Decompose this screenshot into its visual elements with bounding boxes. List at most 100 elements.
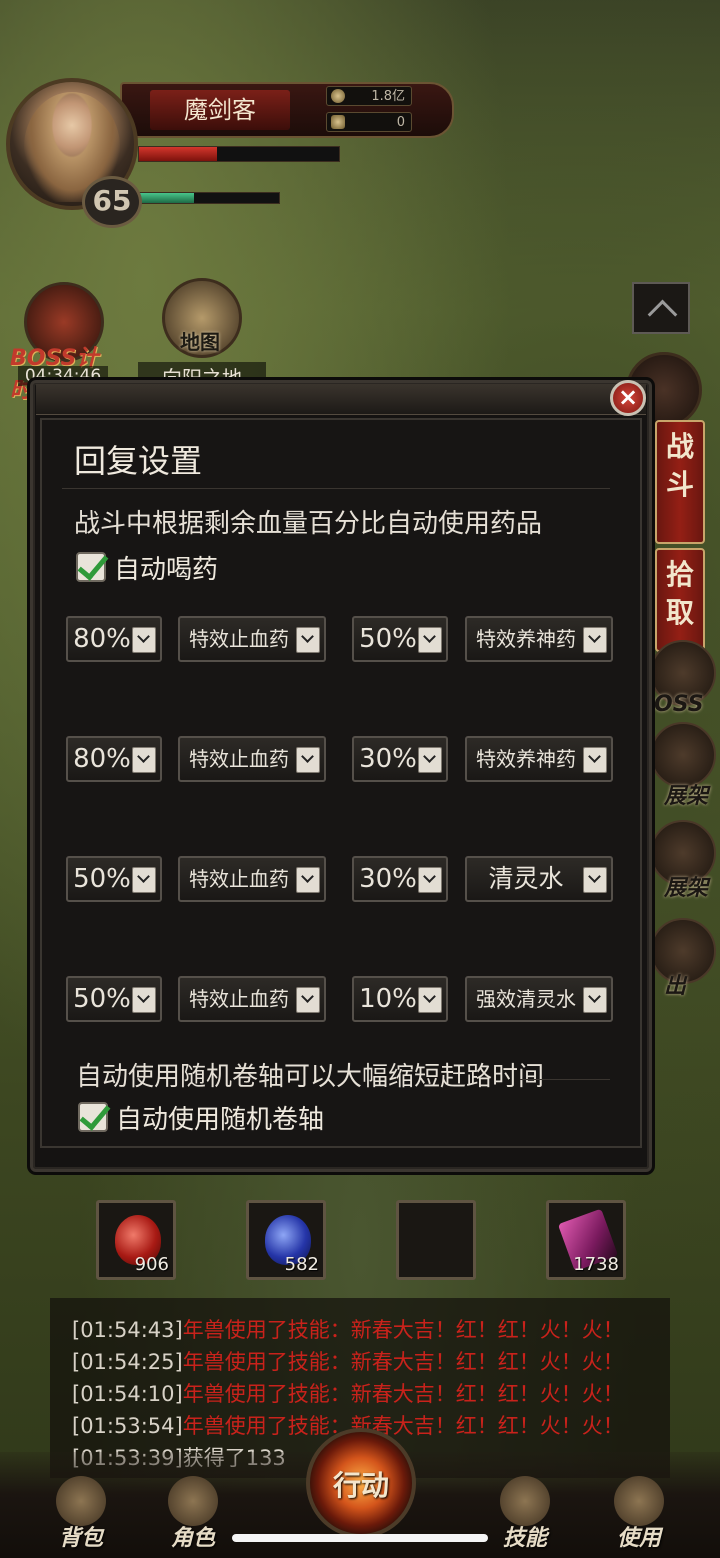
chevron-down-icon: [132, 987, 156, 1013]
nav-role-button[interactable]: 角色: [150, 1470, 236, 1551]
mp-potion-value: 特效养神药: [476, 627, 576, 651]
mp-percent-value: 10%: [359, 984, 417, 1014]
chevron-down-icon: [418, 747, 442, 773]
tab-pickup-label: 拾取: [665, 558, 694, 629]
hp-potion-value: 特效止血药: [189, 867, 289, 891]
chevron-down-icon: [132, 747, 156, 773]
quick-slot-count: 906: [134, 1254, 169, 1275]
auto-scroll-checkbox[interactable]: [78, 1102, 108, 1132]
mp-percent-select-3[interactable]: 30%: [352, 856, 448, 902]
auto-potion-description: 战斗中根据剩余血量百分比自动使用药品: [74, 509, 543, 539]
auto-drink-label: 自动喝药: [114, 555, 219, 585]
chevron-down-icon: [296, 747, 320, 773]
skill-book-icon: [500, 1476, 550, 1526]
player-name: 魔剑客: [150, 90, 290, 130]
nav-use-label: 使用: [616, 1526, 661, 1551]
log-time: [01:54:25]: [72, 1350, 183, 1374]
tab-battle-label: 战斗: [665, 430, 694, 501]
gold-coin-icon: [331, 89, 345, 103]
ingot-currency: 0: [326, 112, 412, 132]
hp-percent-select-4[interactable]: 50%: [66, 976, 162, 1022]
mp-percent-value: 30%: [359, 744, 417, 774]
mp-potion-value: 清灵水: [488, 864, 564, 893]
hp-percent-value: 50%: [73, 864, 131, 894]
nav-skill-button[interactable]: 技能: [482, 1470, 568, 1551]
hp-potion-select-1[interactable]: 特效止血药: [178, 616, 326, 662]
chevron-down-icon: [296, 627, 320, 653]
auto-drink-checkbox[interactable]: [76, 552, 106, 582]
hp-bar-fill: [139, 147, 217, 161]
mp-potion-select-3[interactable]: 清灵水: [465, 856, 613, 902]
chevron-down-icon: [132, 867, 156, 893]
hp-potion-select-4[interactable]: 特效止血药: [178, 976, 326, 1022]
chevron-down-icon: [132, 627, 156, 653]
hp-percent-value: 80%: [73, 744, 131, 774]
tab-pickup[interactable]: 拾取: [655, 548, 705, 652]
log-line: [01:54:10]年兽使用了技能：新春大吉！红！红！火！火！: [72, 1378, 624, 1408]
hp-potion-value: 特效止血药: [189, 747, 289, 771]
hp-percent-select-2[interactable]: 80%: [66, 736, 162, 782]
chevron-down-icon: [583, 867, 607, 893]
nav-role-label: 角色: [170, 1526, 215, 1551]
mp-percent-select-2[interactable]: 30%: [352, 736, 448, 782]
quick-slot-2[interactable]: 582: [246, 1200, 326, 1280]
nav-bag-button[interactable]: 背包: [38, 1470, 124, 1551]
quick-slot-3[interactable]: [396, 1200, 476, 1280]
dialog-title: 回复设置: [74, 442, 203, 480]
tab-battle[interactable]: 战斗: [655, 420, 705, 544]
mp-potion-select-4[interactable]: 强效清灵水: [465, 976, 613, 1022]
mp-percent-select-1[interactable]: 50%: [352, 616, 448, 662]
log-message: 年兽使用了技能：新春大吉！红！红！火！火！: [182, 1414, 624, 1438]
mp-bar: [138, 192, 280, 204]
hp-potion-select-2[interactable]: 特效止血药: [178, 736, 326, 782]
chevron-down-icon: [583, 987, 607, 1013]
log-message: 年兽使用了技能：新春大吉！红！红！火！火！: [182, 1318, 624, 1342]
hp-potion-select-3[interactable]: 特效止血药: [178, 856, 326, 902]
log-time: [01:53:54]: [72, 1414, 183, 1438]
auto-scroll-description: 自动使用随机卷轴可以大幅缩短赶路时间: [76, 1062, 545, 1092]
hp-potion-value: 特效止血药: [189, 627, 289, 651]
gold-currency: 1.8亿: [326, 86, 412, 106]
hp-percent-value: 80%: [73, 624, 131, 654]
bag-icon: [56, 1476, 106, 1526]
close-button[interactable]: ×: [610, 380, 646, 416]
player-level-badge: 65: [82, 176, 142, 228]
stall-label-1: 展架: [664, 784, 709, 809]
boss-side-label: OSS: [654, 692, 704, 717]
hp-percent-select-3[interactable]: 50%: [66, 856, 162, 902]
scroll-divider: [520, 1079, 610, 1080]
nav-use-button[interactable]: 使用: [596, 1470, 682, 1551]
log-time: [01:54:43]: [72, 1318, 183, 1342]
quick-slot-1[interactable]: 906: [96, 1200, 176, 1280]
mp-bar-fill: [139, 193, 194, 203]
mp-potion-value: 强效清灵水: [476, 987, 576, 1011]
chevron-down-icon: [418, 987, 442, 1013]
armor-icon: [168, 1476, 218, 1526]
hp-percent-select-1[interactable]: 80%: [66, 616, 162, 662]
hp-percent-value: 50%: [73, 984, 131, 1014]
exit-label: 出: [664, 974, 687, 999]
mp-potion-select-1[interactable]: 特效养神药: [465, 616, 613, 662]
use-item-icon: [614, 1476, 664, 1526]
title-divider: [62, 488, 610, 489]
home-indicator[interactable]: [232, 1534, 488, 1542]
chevron-down-icon: [418, 627, 442, 653]
gold-amount: 1.8亿: [371, 89, 405, 104]
collapse-button[interactable]: [632, 282, 690, 334]
ingot-icon: [331, 115, 345, 129]
chevron-down-icon: [296, 867, 320, 893]
mp-percent-select-4[interactable]: 10%: [352, 976, 448, 1022]
quick-slot-count: 1738: [573, 1254, 619, 1275]
quick-slot-4[interactable]: 1738: [546, 1200, 626, 1280]
mp-percent-value: 50%: [359, 624, 417, 654]
nav-bag-label: 背包: [58, 1526, 103, 1551]
ingot-amount: 0: [396, 115, 405, 130]
mp-potion-select-2[interactable]: 特效养神药: [465, 736, 613, 782]
log-message: 年兽使用了技能：新春大吉！红！红！火！火！: [182, 1350, 624, 1374]
action-label: 行动: [332, 1469, 389, 1502]
map-label: 地图: [180, 330, 220, 354]
stall-label-2: 展架: [664, 876, 709, 901]
chevron-down-icon: [296, 987, 320, 1013]
log-message: 年兽使用了技能：新春大吉！红！红！火！火！: [182, 1382, 624, 1406]
log-line: [01:54:43]年兽使用了技能：新春大吉！红！红！火！火！: [72, 1314, 624, 1344]
